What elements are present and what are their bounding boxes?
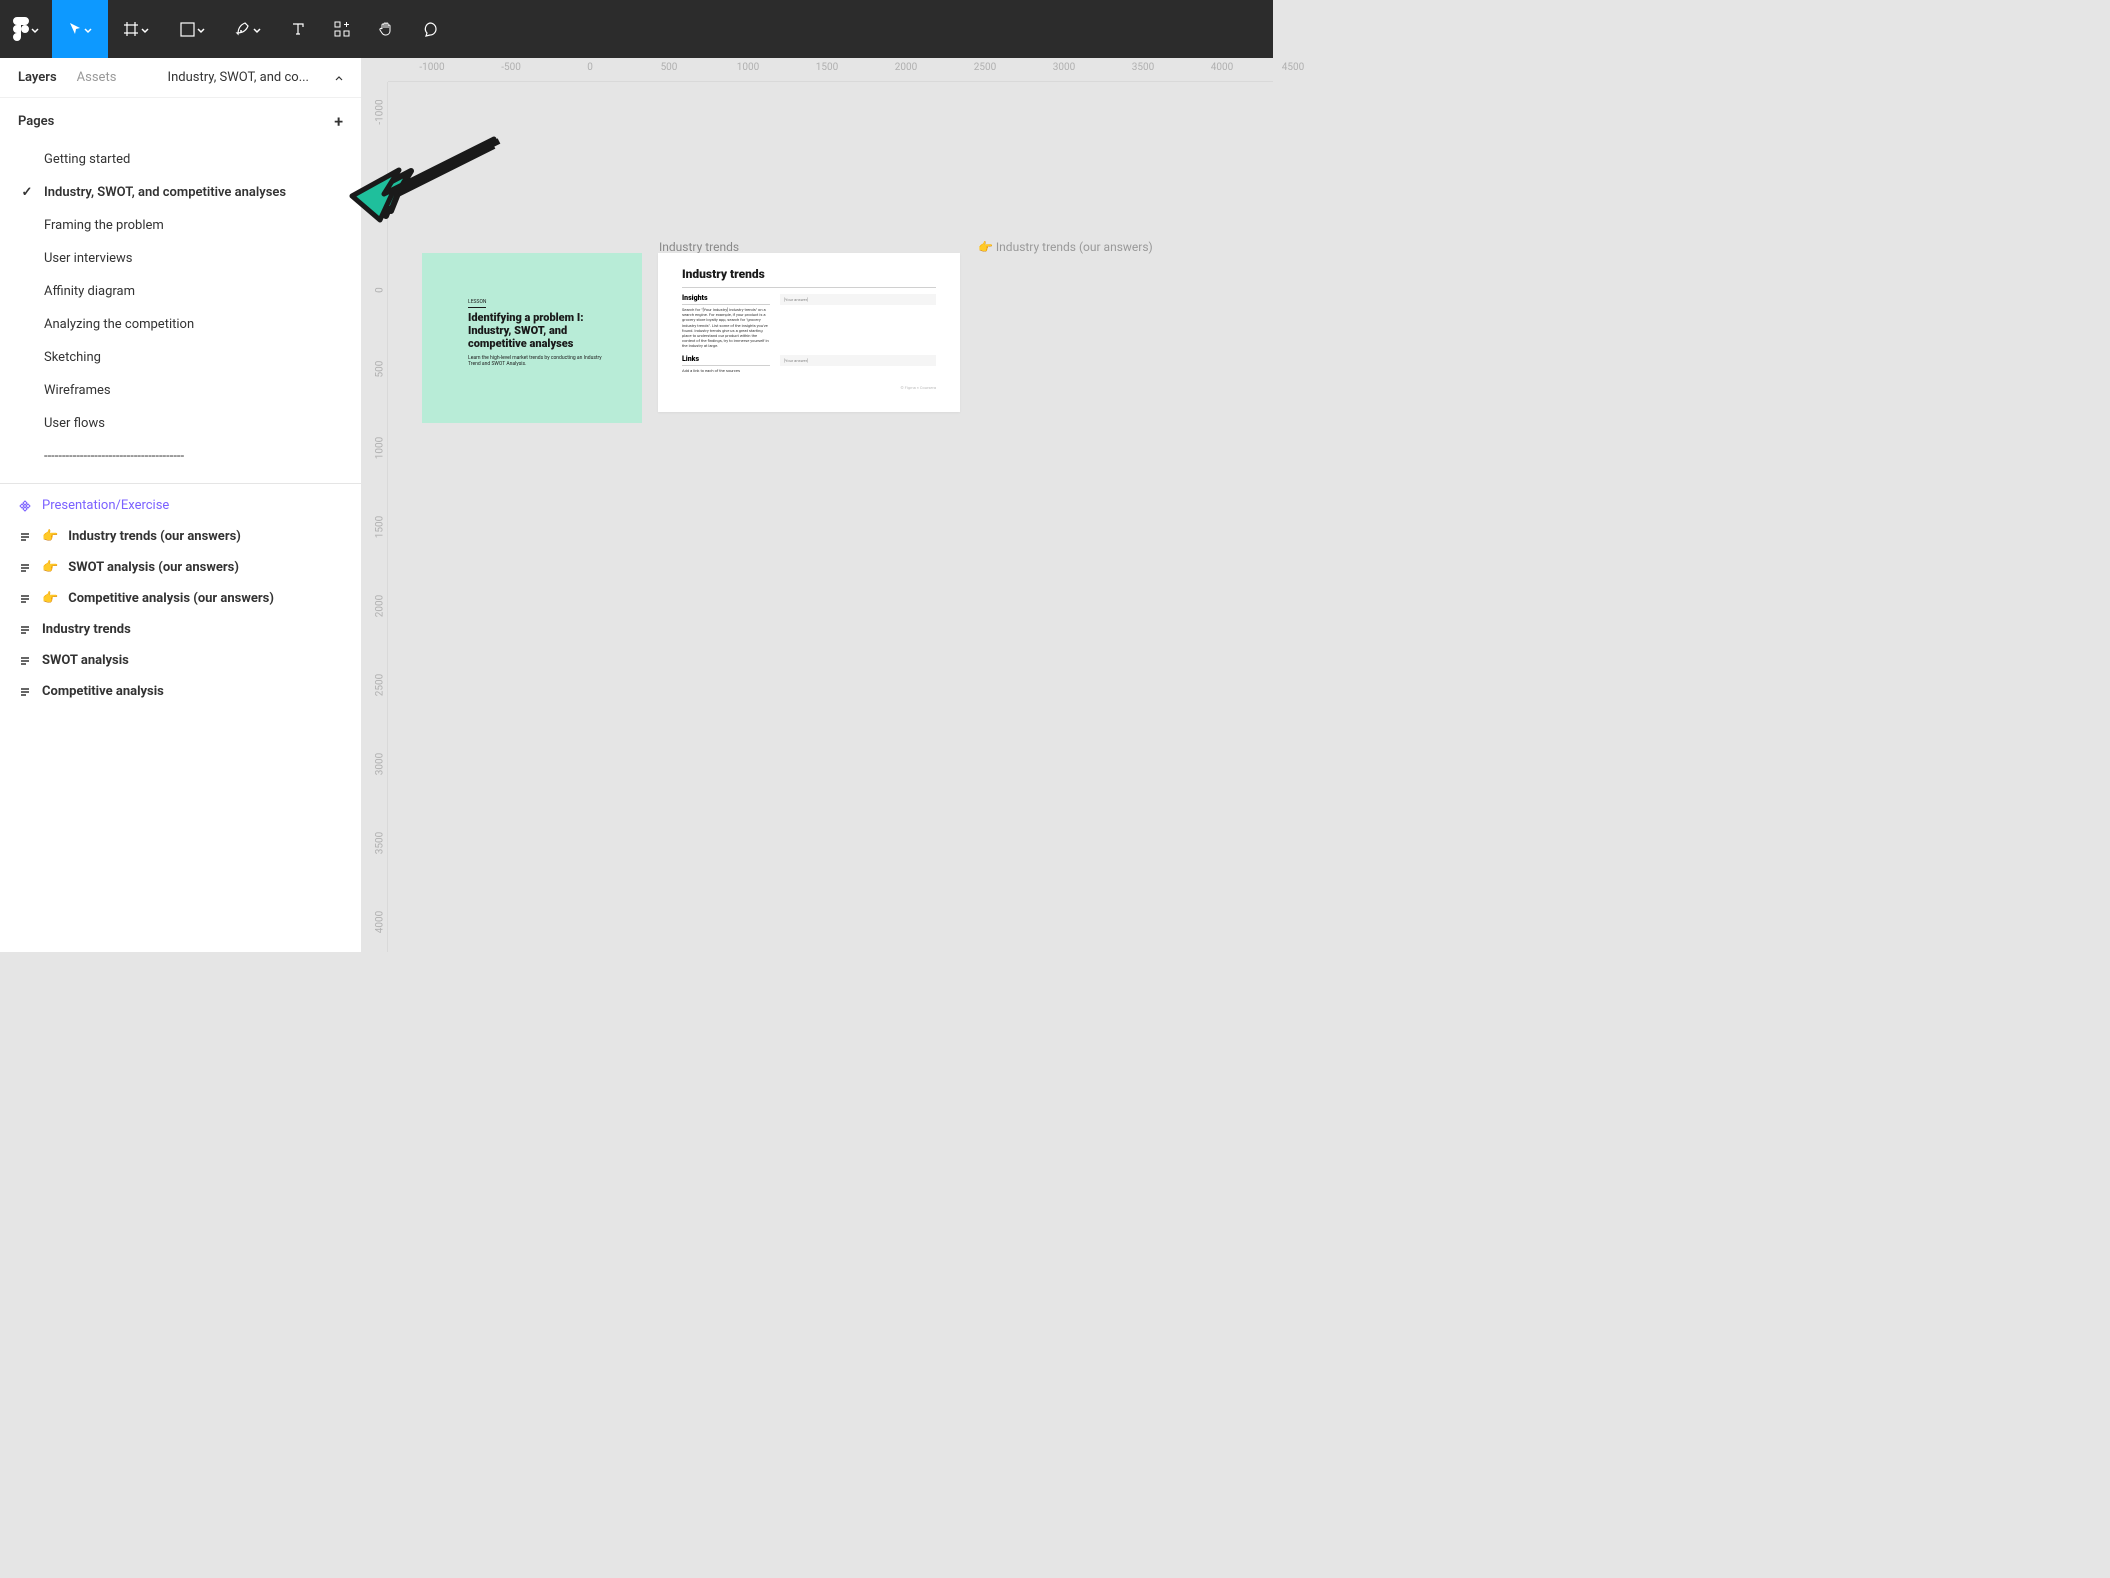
layer-label: Competitive analysis xyxy=(42,684,164,699)
layer-item-presentation-exercise[interactable]: Presentation/Exercise xyxy=(0,490,361,521)
rectangle-tool-button[interactable] xyxy=(164,0,220,58)
text-icon xyxy=(291,22,305,36)
frame-label-industry-trends[interactable]: Industry trends xyxy=(659,240,739,254)
slide-subtitle: Learn the high-level market trends by co… xyxy=(468,355,602,368)
tab-layers[interactable]: Layers xyxy=(18,70,57,85)
page-list: Getting started ✓Industry, SWOT, and com… xyxy=(0,141,361,484)
frame-icon xyxy=(18,624,32,636)
move-tool-button[interactable] xyxy=(52,0,108,58)
check-icon: ✓ xyxy=(18,185,36,200)
chevron-down-icon xyxy=(84,27,92,35)
page-item-framing[interactable]: Framing the problem xyxy=(0,209,361,242)
page-item-getting-started[interactable]: Getting started xyxy=(0,143,361,176)
frame-tool-button[interactable] xyxy=(108,0,164,58)
lesson-label: LESSON xyxy=(468,299,486,308)
layer-item-swot[interactable]: SWOT analysis xyxy=(0,645,361,676)
slide-footer: © Figma × Coursera xyxy=(682,385,936,390)
layer-label: SWOT analysis xyxy=(42,653,129,668)
insights-text: Search for "[Your Industry] industry tre… xyxy=(682,307,770,349)
ruler-horizontal: -1000 -500 0 500 1000 1500 2000 2500 300… xyxy=(388,58,1273,82)
figma-icon xyxy=(13,17,29,41)
component-icon xyxy=(18,500,32,512)
links-text: Add a link to each of the sources xyxy=(682,368,770,373)
layer-label: Industry trends xyxy=(42,622,131,637)
pen-icon xyxy=(235,21,251,37)
links-answer-box: [Your answer] xyxy=(780,355,936,366)
layer-item-industry-trends[interactable]: Industry trends xyxy=(0,614,361,645)
hand-tool-button[interactable] xyxy=(364,0,408,58)
layer-label: Presentation/Exercise xyxy=(42,498,169,513)
text-tool-button[interactable] xyxy=(276,0,320,58)
layer-item-industry-trends-answers[interactable]: 👉 Industry trends (our answers) xyxy=(0,521,361,552)
frame-icon xyxy=(18,562,32,574)
move-icon xyxy=(68,22,82,36)
frame-icon xyxy=(18,531,32,543)
pages-header-label: Pages xyxy=(18,114,54,129)
frame-title: Industry trends xyxy=(682,267,936,288)
pointing-emoji: 👉 xyxy=(42,529,58,544)
chevron-down-icon xyxy=(253,27,261,35)
frame-icon xyxy=(18,593,32,605)
chevron-down-icon xyxy=(31,27,39,35)
layer-label: SWOT analysis (our answers) xyxy=(68,560,239,575)
page-item-sketching[interactable]: Sketching xyxy=(0,341,361,374)
frame-icon xyxy=(18,655,32,667)
slide-title: Identifying a problem I: Industry, SWOT,… xyxy=(468,311,602,351)
insights-header: Insights xyxy=(682,294,770,305)
chevron-down-icon xyxy=(197,27,205,35)
layer-item-competitive[interactable]: Competitive analysis xyxy=(0,676,361,707)
page-item-user-flows[interactable]: User flows xyxy=(0,407,361,440)
page-item-affinity[interactable]: Affinity diagram xyxy=(0,275,361,308)
layer-item-competitive-answers[interactable]: 👉 Competitive analysis (our answers) xyxy=(0,583,361,614)
resources-icon xyxy=(334,21,350,37)
figma-menu-button[interactable] xyxy=(0,0,52,58)
add-page-button[interactable]: + xyxy=(334,112,343,131)
left-panel: Layers Assets Industry, SWOT, and co... … xyxy=(0,58,362,952)
toolbar xyxy=(0,0,1273,58)
links-header: Links xyxy=(682,355,770,366)
insights-answer-box: [Your answer] xyxy=(780,294,936,305)
pen-tool-button[interactable] xyxy=(220,0,276,58)
layer-item-swot-answers[interactable]: 👉 SWOT analysis (our answers) xyxy=(0,552,361,583)
page-item-analyzing-competition[interactable]: Analyzing the competition xyxy=(0,308,361,341)
page-item-user-interviews[interactable]: User interviews xyxy=(0,242,361,275)
pointing-emoji: 👉 xyxy=(42,560,58,575)
frame-label-industry-trends-answers[interactable]: 👉 Industry trends (our answers) xyxy=(978,240,1153,254)
canvas-frame-title-slide[interactable]: LESSON Identifying a problem I: Industry… xyxy=(422,253,642,423)
page-item-industry-swot[interactable]: ✓Industry, SWOT, and competitive analyse… xyxy=(0,176,361,209)
layer-label: Industry trends (our answers) xyxy=(68,529,241,544)
page-item-separator[interactable]: --------------------------------------- xyxy=(0,440,361,473)
canvas[interactable]: -1000 -500 0 500 1000 1500 2000 2500 300… xyxy=(362,58,1273,952)
layer-label: Competitive analysis (our answers) xyxy=(68,591,274,606)
ruler-vertical: -1000 0 500 1000 1500 2000 2500 3000 350… xyxy=(362,82,388,952)
comment-icon xyxy=(422,21,438,37)
tab-assets[interactable]: Assets xyxy=(77,70,117,85)
rectangle-icon xyxy=(180,22,195,37)
frame-icon xyxy=(123,21,139,37)
layer-list: Presentation/Exercise 👉 Industry trends … xyxy=(0,484,361,713)
panel-tabs: Layers Assets Industry, SWOT, and co... xyxy=(0,58,361,98)
canvas-frame-industry-trends[interactable]: Industry trends Insights Search for "[Yo… xyxy=(658,253,960,412)
comment-tool-button[interactable] xyxy=(408,0,452,58)
page-dropdown[interactable]: Industry, SWOT, and co... xyxy=(168,70,309,85)
pages-header: Pages + xyxy=(0,98,361,141)
pointing-emoji: 👉 xyxy=(42,591,58,606)
page-dropdown-caret[interactable] xyxy=(335,68,343,87)
page-item-wireframes[interactable]: Wireframes xyxy=(0,374,361,407)
hand-icon xyxy=(378,21,394,37)
resources-tool-button[interactable] xyxy=(320,0,364,58)
chevron-down-icon xyxy=(141,27,149,35)
frame-icon xyxy=(18,686,32,698)
chevron-up-icon xyxy=(335,75,343,83)
ruler-corner xyxy=(362,58,388,82)
